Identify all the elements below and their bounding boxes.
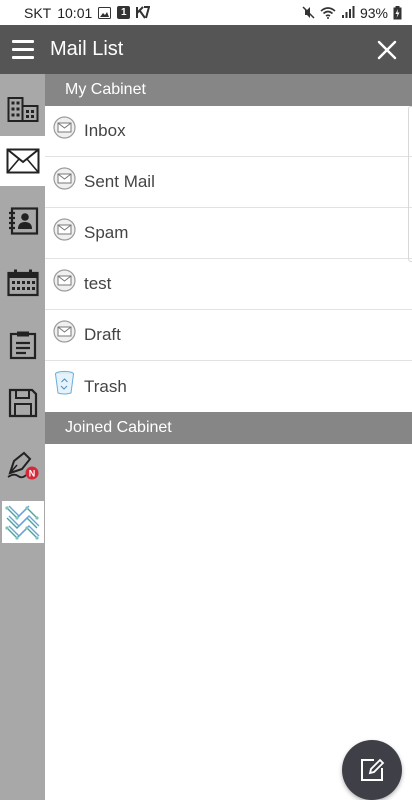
- envelope-icon: [53, 166, 76, 190]
- mute-icon: [302, 6, 315, 19]
- rail-item-calendar[interactable]: [0, 252, 45, 314]
- rail-item-mail[interactable]: [0, 136, 45, 186]
- status-bar: SKT 10:01 1 93%: [0, 0, 412, 25]
- approval-icon: N: [7, 451, 38, 480]
- envelope-icon: [53, 268, 76, 292]
- close-button[interactable]: [362, 25, 412, 74]
- page-title: Mail List: [50, 38, 124, 60]
- navigation-rail: N: [0, 74, 45, 800]
- menu-button[interactable]: [0, 25, 46, 74]
- mail-icon: [6, 148, 39, 174]
- app-bar: Mail List: [0, 25, 412, 74]
- folder-item-sent-mail[interactable]: Sent Mail: [45, 157, 412, 208]
- folder-item-spam[interactable]: Spam: [45, 208, 412, 259]
- envelope-icon: [53, 115, 76, 139]
- compose-icon: [361, 758, 385, 781]
- notification-count-badge: 1: [117, 6, 131, 19]
- hamburger-menu-icon-line: [12, 48, 34, 51]
- app-notification-icon: [136, 6, 151, 19]
- rail-item-board[interactable]: [0, 314, 45, 376]
- envelope-icon: [53, 319, 76, 343]
- battery-percent: 93%: [359, 4, 388, 21]
- battery-charging-icon: [393, 5, 402, 19]
- board-icon: [9, 331, 36, 360]
- trash-icon: [53, 370, 76, 395]
- cabinet-panel: My Cabinet Inbox Sent Mail Spam test Dra…: [45, 74, 412, 800]
- folder-label: Inbox: [84, 121, 126, 140]
- folder-label: Sent Mail: [84, 172, 155, 191]
- my-cabinet-folder-list: Inbox Sent Mail Spam test Draft Trash: [45, 106, 412, 412]
- rail-item-archive[interactable]: [0, 372, 45, 434]
- folder-item-trash[interactable]: Trash: [45, 361, 412, 412]
- status-time: 10:01: [57, 4, 93, 21]
- status-bar-left: SKT 10:01 1: [24, 4, 151, 21]
- wifi-icon: [320, 7, 336, 19]
- hamburger-menu-icon: [12, 40, 34, 43]
- folder-label: Draft: [84, 325, 121, 344]
- folder-item-inbox[interactable]: Inbox: [45, 106, 412, 157]
- calendar-icon: [6, 269, 39, 297]
- carrier-label: SKT: [24, 4, 52, 21]
- network-app-icon: [5, 505, 40, 540]
- hamburger-menu-icon-line: [12, 56, 34, 59]
- folder-item-draft[interactable]: Draft: [45, 310, 412, 361]
- folder-label: Spam: [84, 223, 129, 242]
- scroll-indicator: [408, 106, 412, 262]
- organization-icon: [7, 97, 38, 122]
- approval-new-badge: N: [28, 469, 35, 479]
- compose-button[interactable]: [342, 740, 402, 800]
- joined-cabinet-header: Joined Cabinet: [45, 412, 412, 444]
- image-notification-icon: [98, 6, 112, 19]
- status-bar-right: 93%: [302, 5, 402, 21]
- envelope-icon: [53, 217, 76, 241]
- folder-label: Trash: [84, 376, 127, 396]
- folder-label: test: [84, 274, 112, 293]
- rail-item-contacts[interactable]: [0, 190, 45, 252]
- signal-icon: [341, 6, 355, 18]
- close-icon: [377, 40, 397, 59]
- my-cabinet-header: My Cabinet: [45, 74, 412, 106]
- rail-item-network-app[interactable]: [2, 501, 44, 543]
- contacts-icon: [8, 207, 38, 235]
- rail-item-approval[interactable]: N: [0, 434, 45, 496]
- folder-item-test[interactable]: test: [45, 259, 412, 310]
- rail-item-organization[interactable]: [0, 78, 45, 140]
- archive-icon: [8, 388, 37, 418]
